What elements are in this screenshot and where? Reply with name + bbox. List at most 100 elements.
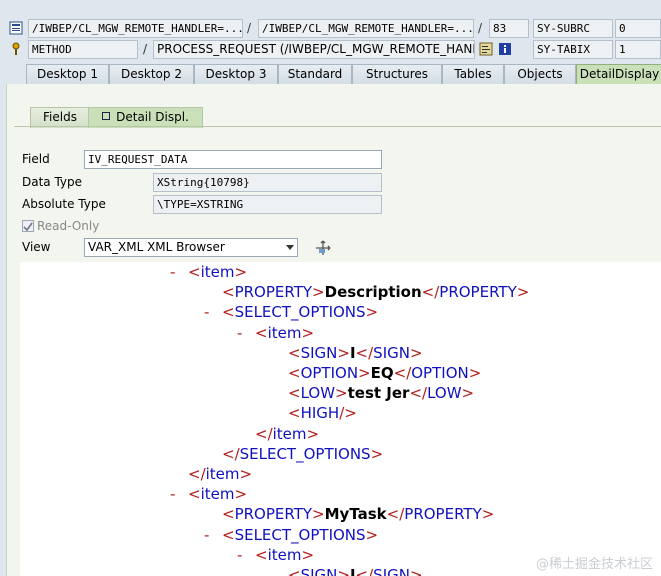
xml-bracket: < (222, 525, 235, 544)
xml-tag-name: SIGN (373, 566, 410, 576)
tab-desktop-1[interactable]: Desktop 1 (26, 64, 109, 84)
desktop-tabstrip: Desktop 1 Desktop 2 Desktop 3 Standard S… (0, 64, 661, 85)
program-field: /IWBEP/CL_MGW_REMOTE_HANDLER=... (28, 19, 243, 38)
separator-slash: / (143, 42, 148, 56)
xml-bracket: > (239, 465, 253, 483)
xml-node[interactable]: - <item> (237, 545, 315, 565)
xml-bracket: < (222, 283, 235, 302)
xml-tag-name: item (267, 545, 302, 564)
xml-bracket: > (461, 384, 475, 403)
collapse-toggle[interactable]: - (170, 484, 175, 504)
xml-tag-name: OPTION (300, 364, 359, 382)
xml-node: </item> (255, 424, 319, 444)
xml-node[interactable]: - <item> (237, 323, 314, 343)
pop-out-icon[interactable] (314, 239, 332, 257)
xml-bracket: > (516, 283, 530, 302)
xml-browser: - <item> <PROPERTY>Description</PROPERTY> -… (20, 262, 661, 576)
xml-bracket: > (301, 545, 315, 564)
xml-bracket: < (288, 364, 301, 382)
separator-slash: / (478, 21, 483, 35)
field-name-input[interactable]: IV_REQUEST_DATA (84, 150, 382, 169)
xml-node[interactable]: - <item> (170, 262, 248, 282)
xml-bracket: > (358, 364, 371, 382)
include-field: /IWBEP/CL_MGW_REMOTE_HANDLER=... (258, 19, 474, 38)
xml-tag-name: LOW (300, 384, 336, 403)
tab-desktop-3[interactable]: Desktop 3 (194, 64, 278, 84)
xml-bracket: < (288, 404, 301, 423)
xml-bracket: < (288, 384, 301, 403)
xml-bracket: > (409, 566, 423, 576)
xml-bracket: </ (393, 364, 412, 382)
xml-node: <LOW>test Jer</LOW> (288, 383, 474, 403)
xml-node: </SELECT_OPTIONS> (222, 444, 383, 464)
xml-bracket: > (409, 343, 423, 362)
xml-value: test Jer (347, 384, 410, 403)
xml-tag-name: HIGH (300, 404, 340, 423)
xml-bracket: < (222, 303, 235, 322)
xml-bracket: > (337, 343, 350, 362)
read-only-checkbox[interactable] (22, 220, 34, 232)
sy-subrc-label: SY-SUBRC (533, 19, 613, 38)
xml-bracket: > (481, 505, 495, 524)
display-source-icon[interactable] (478, 41, 494, 57)
view-select-value: VAR_XML XML Browser (88, 240, 225, 254)
xml-node: </item> (188, 464, 252, 484)
xml-bracket: </ (421, 283, 440, 302)
xml-tag-name: SIGN (300, 343, 338, 362)
xml-node: <SIGN>I</SIGN> (288, 565, 423, 576)
xml-bracket: > (234, 263, 248, 281)
tab-tables[interactable]: Tables (442, 64, 504, 84)
collapse-toggle[interactable]: - (237, 545, 242, 565)
tab-detaildisplay[interactable]: DetailDisplay (576, 64, 661, 85)
event-name-field: PROCESS_REQUEST (/IWBEP/CL_MGW_REMOTE_HA… (153, 40, 475, 59)
xml-tag-name: PROPERTY (234, 505, 313, 524)
tab-desktop-2[interactable]: Desktop 2 (109, 64, 194, 84)
xml-node: <PROPERTY>MyTask</PROPERTY> (222, 504, 494, 524)
xml-node[interactable]: - <SELECT_OPTIONS> (204, 302, 378, 322)
xml-bracket: < (222, 505, 235, 524)
xml-bracket: > (365, 525, 379, 544)
xml-bracket: > (335, 384, 348, 403)
xml-bracket: </ (222, 444, 240, 463)
xml-node: <PROPERTY>Description</PROPERTY> (222, 282, 529, 302)
xml-tag-name: item (200, 263, 235, 281)
xml-tag-name: item (272, 424, 307, 443)
tab-structures[interactable]: Structures (352, 64, 442, 84)
detail-view-icon (102, 112, 111, 120)
collapse-toggle[interactable]: - (204, 302, 209, 322)
chevron-down-icon[interactable] (286, 245, 294, 250)
xml-value: MyTask (324, 505, 387, 524)
xml-bracket: < (255, 323, 268, 342)
absolute-type-value: \TYPE=XSTRING (153, 195, 382, 214)
separator-slash: / (247, 21, 252, 35)
xml-tag-name: item (205, 465, 240, 483)
collapse-toggle[interactable]: - (237, 323, 242, 343)
subtab-content-border (14, 126, 661, 127)
xml-tag-name: SIGN (300, 566, 338, 576)
xml-tag-name: PROPERTY (234, 283, 313, 302)
xml-node: <SIGN>I</SIGN> (288, 343, 423, 363)
source-icon[interactable] (8, 20, 24, 36)
collapse-toggle[interactable]: - (204, 525, 209, 545)
xml-node[interactable]: - <SELECT_OPTIONS> (204, 525, 379, 545)
xml-tag-name: item (267, 323, 302, 342)
collapse-toggle[interactable]: - (170, 262, 175, 282)
watermark: @稀土掘金技术社区 (535, 557, 653, 572)
xml-bracket: </ (409, 384, 428, 403)
xml-tag-name: item (200, 485, 235, 504)
absolute-type-label: Absolute Type (22, 197, 106, 211)
subtab-fields[interactable]: Fields (30, 107, 90, 128)
subtab-detail-displ[interactable]: Detail Displ. (88, 107, 203, 128)
tab-standard[interactable]: Standard (278, 64, 352, 84)
xml-tag-name: SELECT_OPTIONS (234, 525, 366, 544)
tab-objects[interactable]: Objects (504, 64, 576, 84)
xml-node[interactable]: - <item> (170, 484, 248, 504)
info-icon[interactable] (497, 41, 513, 57)
xml-node: <OPTION>EQ</OPTION> (288, 363, 481, 383)
xml-node: <HIGH/> (288, 403, 357, 423)
xml-bracket: > (234, 485, 248, 504)
method-icon[interactable] (8, 41, 24, 57)
view-select[interactable]: VAR_XML XML Browser (84, 238, 298, 257)
xml-value: Description (324, 283, 422, 302)
sy-tabix-value: 1 (615, 40, 661, 59)
